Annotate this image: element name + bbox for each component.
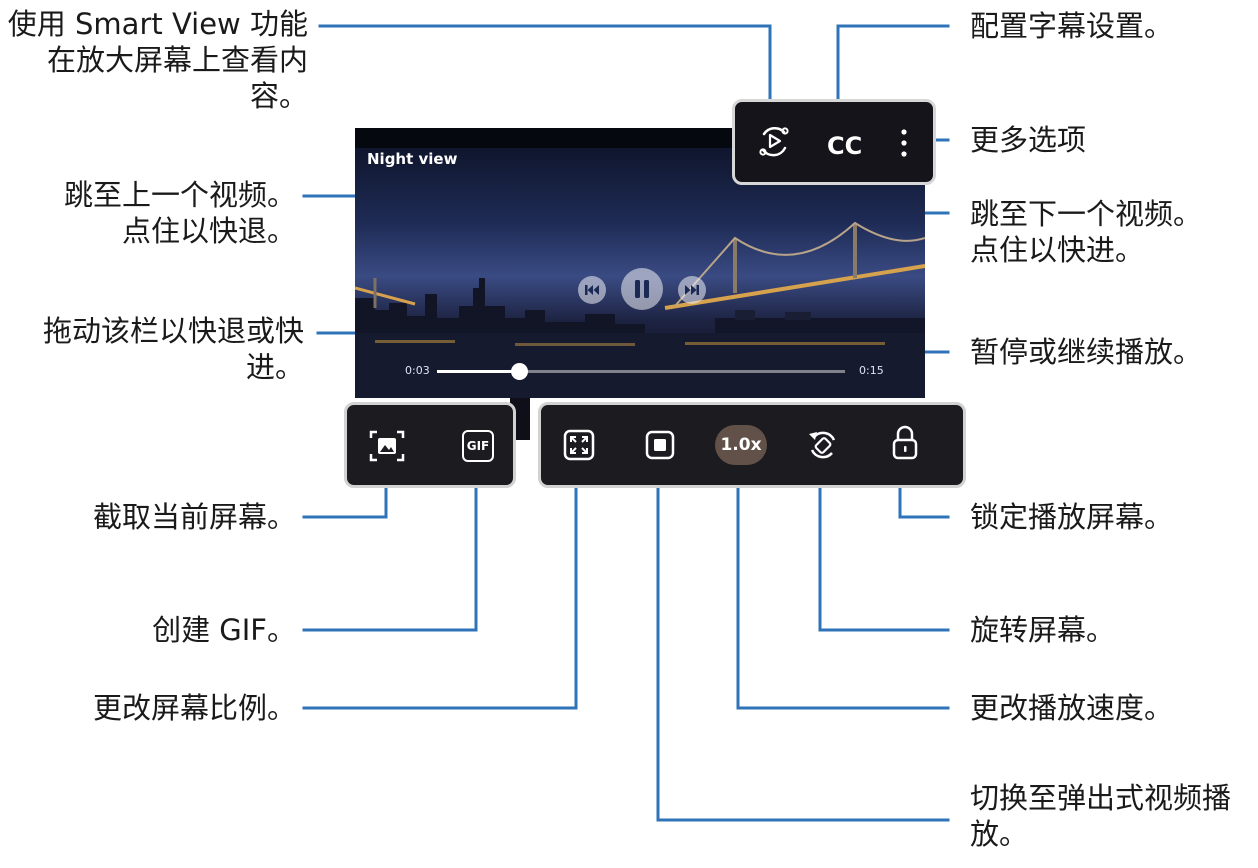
gif-icon[interactable]: GIF: [462, 430, 494, 462]
callout-capture: 截取当前屏幕。: [92, 500, 296, 534]
smart-view-icon[interactable]: [757, 124, 791, 158]
lock-icon[interactable]: [892, 425, 918, 461]
callout-next-video: 跳至下一个视频。 点住以快进。: [970, 197, 1203, 267]
callout-smart-view: 使用 Smart View 功能 在放大屏幕上查看内 容。: [7, 7, 308, 113]
total-time: 0:15: [859, 364, 884, 377]
pause-icon: [635, 280, 649, 298]
next-video-button[interactable]: [678, 276, 706, 304]
callout-lock: 锁定播放屏幕。: [970, 500, 1174, 534]
playback-toolbar: 1.0x: [538, 402, 966, 488]
next-icon: [685, 285, 699, 295]
callout-rotate: 旋转屏幕。: [970, 613, 1116, 647]
rotate-icon[interactable]: [806, 428, 840, 462]
callout-ratio: 更改屏幕比例。: [92, 691, 296, 725]
subtitles-button[interactable]: CC: [827, 132, 862, 160]
callout-pause: 暂停或继续播放。: [970, 335, 1203, 369]
callout-speed: 更改播放速度。: [970, 691, 1174, 725]
callout-more-options: 更多选项: [970, 123, 1087, 157]
pause-button[interactable]: [621, 268, 663, 310]
popup-play-icon[interactable]: [645, 430, 675, 460]
seek-bar-handle[interactable]: [511, 363, 528, 380]
callout-gif: 创建 GIF。: [152, 613, 296, 647]
previous-icon: [585, 285, 599, 295]
callout-seek-bar: 拖动该栏以快退或快 进。: [42, 314, 304, 384]
previous-video-button[interactable]: [578, 276, 606, 304]
top-toolbar: CC: [732, 99, 936, 185]
capture-icon[interactable]: [369, 429, 405, 463]
video-title: Night view: [367, 150, 458, 168]
capture-toolbar: GIF: [344, 402, 516, 488]
playback-speed-button[interactable]: 1.0x: [715, 425, 767, 465]
callout-previous-video: 跳至上一个视频。 点住以快退。: [63, 178, 296, 248]
aspect-ratio-icon[interactable]: [563, 429, 595, 461]
seek-bar-progress: [437, 370, 519, 373]
callout-subtitles: 配置字幕设置。: [970, 9, 1174, 43]
more-options-icon[interactable]: [900, 128, 908, 158]
current-time: 0:03: [405, 364, 430, 377]
callout-popup-play: 切换至弹出式视频播 放。: [970, 781, 1232, 851]
